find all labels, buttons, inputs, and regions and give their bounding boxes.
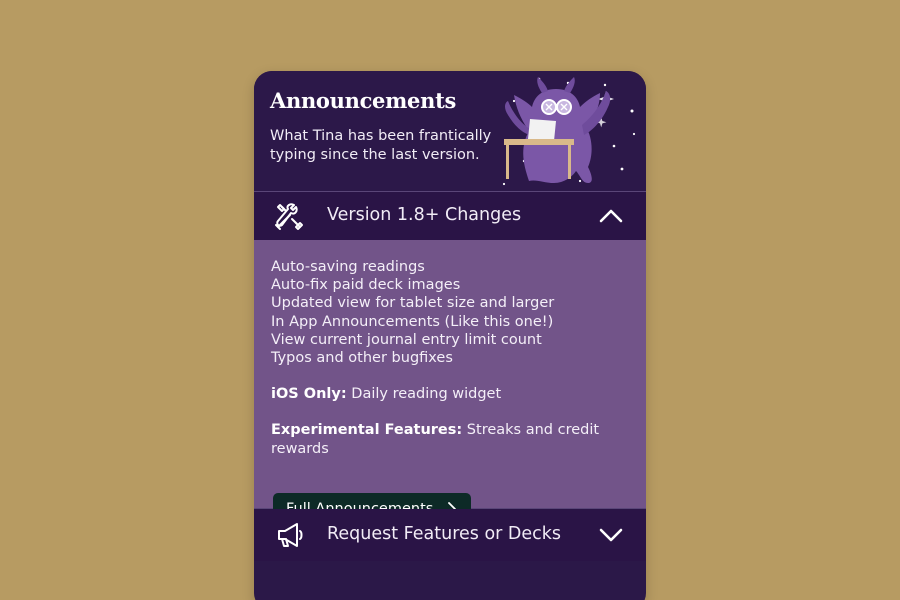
stage: Announcements What Tina has been frantic… xyxy=(0,0,900,600)
chevron-down-icon[interactable] xyxy=(598,525,624,545)
list-item: Typos and other bugfixes xyxy=(271,350,453,367)
chevron-up-icon[interactable] xyxy=(598,206,624,226)
version-changes-body: Auto-saving readings Auto-fix paid deck … xyxy=(254,240,646,525)
list-item: Auto-saving readings xyxy=(271,259,425,275)
ios-only-label: iOS Only: xyxy=(271,386,347,403)
list-item: Updated view for tablet size and larger xyxy=(271,295,555,312)
list-item: View current journal entry limit count xyxy=(271,331,542,348)
page-subtitle: What Tina has been frantically typing si… xyxy=(270,128,492,163)
announcements-panel: Announcements What Tina has been frantic… xyxy=(254,71,646,600)
changes-list: Auto-saving readings Auto-fix paid deck … xyxy=(271,258,629,367)
experimental-label: Experimental Features: xyxy=(271,422,463,439)
list-item: Auto-fix paid deck images xyxy=(271,277,461,294)
version-changes-header[interactable]: Version 1.8+ Changes xyxy=(254,192,646,240)
experimental-note: Experimental Features: Streaks and credi… xyxy=(271,421,629,457)
section-label: Version 1.8+ Changes xyxy=(327,205,522,225)
ios-only-note: iOS Only: Daily reading widget xyxy=(271,385,629,403)
panel-header: Announcements What Tina has been frantic… xyxy=(254,71,646,191)
megaphone-icon xyxy=(278,523,303,547)
list-item: In App Announcements (Like this one!) xyxy=(271,313,554,330)
page-title: Announcements xyxy=(270,88,456,113)
ios-only-text: Daily reading widget xyxy=(346,386,502,403)
request-features-header[interactable]: Request Features or Decks xyxy=(254,509,646,561)
tools-icon xyxy=(275,203,303,230)
section-label: Request Features or Decks xyxy=(327,524,562,544)
monster-typing-illustration xyxy=(502,77,636,186)
